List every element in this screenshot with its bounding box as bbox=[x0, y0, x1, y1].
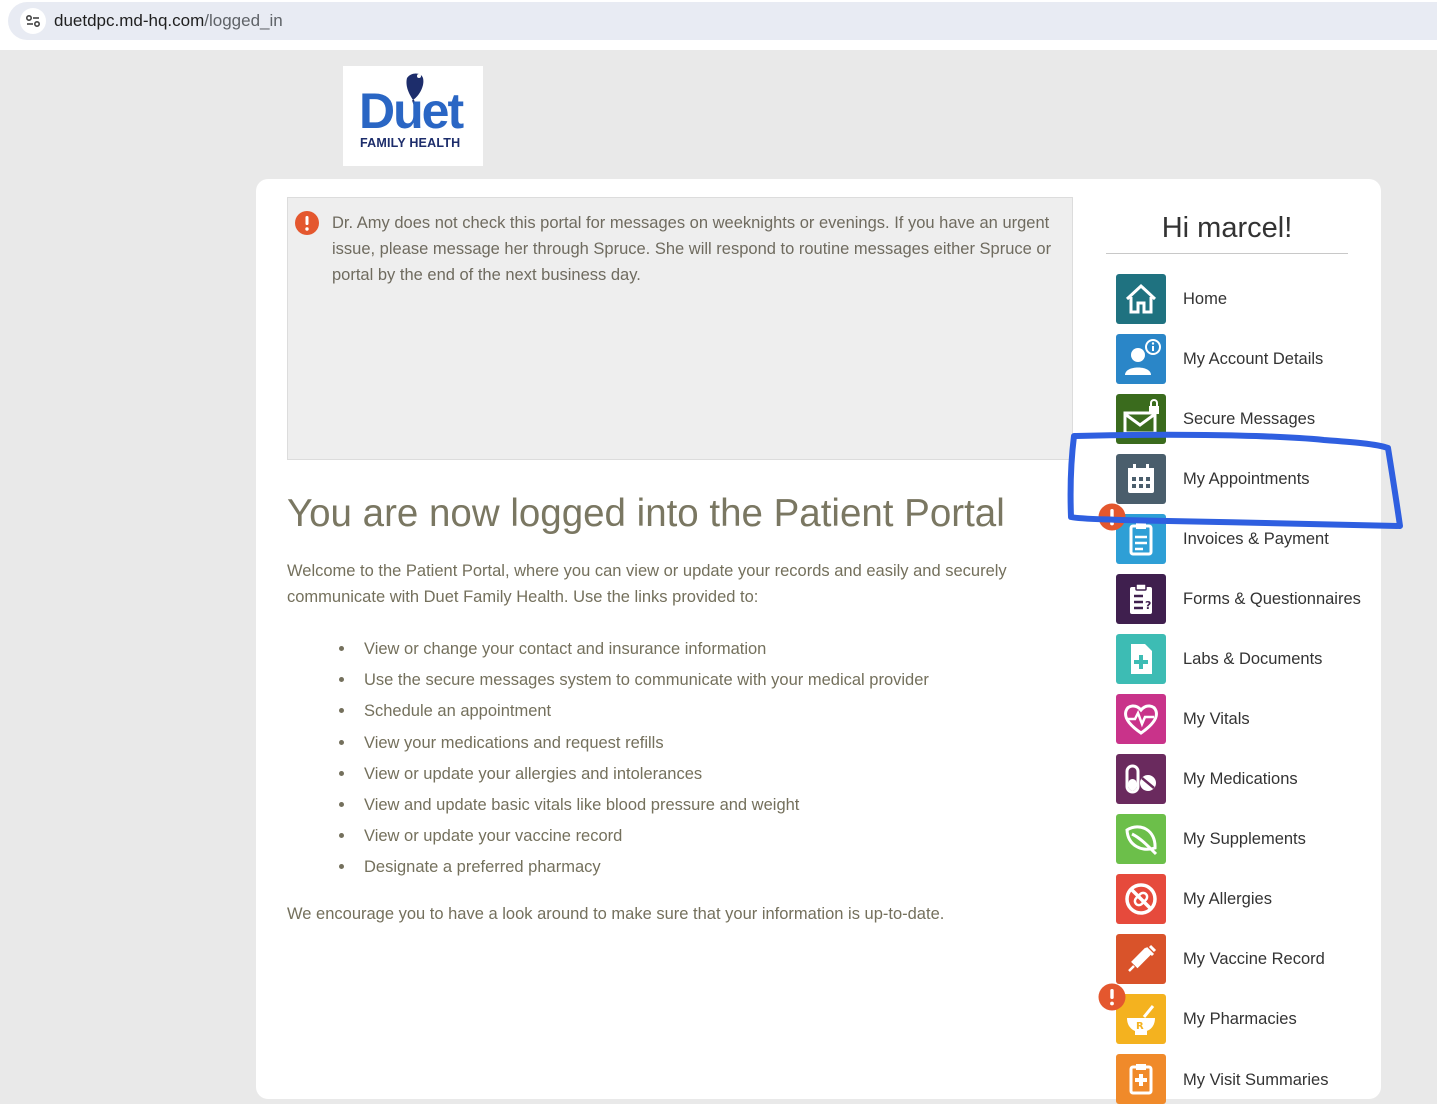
sidebar-item-label: My Visit Summaries bbox=[1183, 1071, 1329, 1089]
annotation-highlight bbox=[1067, 431, 1403, 529]
outro-text: We encourage you to have a look around t… bbox=[287, 905, 945, 923]
sidebar-item-label: Home bbox=[1183, 289, 1228, 308]
sidebar-item-supplements[interactable]: My Supplements bbox=[1116, 814, 1376, 864]
sidebar-item-pharmacies[interactable]: R My Pharmacies bbox=[1116, 994, 1376, 1044]
portal-notice: Dr. Amy does not check this portal for m… bbox=[287, 197, 1073, 460]
sidebar-item-medications[interactable]: My Medications bbox=[1116, 754, 1376, 804]
sidebar-item-forms[interactable]: ? Forms & Questionnaires bbox=[1116, 574, 1376, 624]
sidebar-item-label: My Vitals bbox=[1183, 709, 1250, 728]
sidebar-item-label: My Vaccine Record bbox=[1183, 949, 1325, 968]
sidebar-item-label: Forms & Questionnaires bbox=[1183, 589, 1361, 608]
syringe-icon bbox=[1116, 934, 1166, 984]
sidebar-item-label: Labs & Documents bbox=[1183, 649, 1323, 668]
address-bar[interactable]: duetdpc.md-hq.com/logged_in bbox=[8, 2, 1437, 40]
visit-summary-icon bbox=[1116, 1054, 1166, 1104]
logo-word: Duet bbox=[359, 83, 464, 139]
sidebar-item-label: My Allergies bbox=[1183, 889, 1272, 908]
sidebar-item-label: My Medications bbox=[1183, 769, 1298, 788]
sidebar-item-label: My Supplements bbox=[1183, 829, 1306, 848]
pills-icon bbox=[1116, 754, 1166, 804]
allergy-block-icon bbox=[1116, 874, 1166, 924]
greeting: Hi marcel! bbox=[1161, 212, 1293, 244]
list-item: View or update your allergies and intole… bbox=[339, 761, 929, 792]
account-info-icon bbox=[1116, 334, 1166, 384]
page-title: You are now logged into the Patient Port… bbox=[287, 492, 1005, 535]
url-domain: duetdpc.md-hq.com bbox=[54, 11, 205, 30]
list-item: Use the secure messages system to commun… bbox=[339, 667, 929, 698]
alert-badge-icon bbox=[1098, 983, 1126, 1011]
svg-text:R: R bbox=[1136, 1021, 1144, 1032]
url-path: /logged_in bbox=[204, 11, 283, 30]
list-item: View or update your vaccine record bbox=[339, 823, 929, 854]
leaf-icon bbox=[1116, 814, 1166, 864]
document-plus-icon bbox=[1116, 634, 1166, 684]
sidebar-item-labs[interactable]: Labs & Documents bbox=[1116, 634, 1376, 684]
clinic-logo[interactable]: Duet FAMILY HEALTH bbox=[343, 66, 483, 166]
sidebar-item-vitals[interactable]: My Vitals bbox=[1116, 694, 1376, 744]
notice-text: Dr. Amy does not check this portal for m… bbox=[332, 214, 1052, 284]
list-item: Schedule an appointment bbox=[339, 698, 929, 729]
sidebar-item-label: My Account Details bbox=[1183, 349, 1324, 368]
feature-list: View or change your contact and insuranc… bbox=[339, 636, 929, 886]
sidebar-item-label: My Pharmacies bbox=[1183, 1009, 1297, 1028]
greeting-divider bbox=[1106, 253, 1348, 254]
list-item: View and update basic vitals like blood … bbox=[339, 792, 929, 823]
svg-text:?: ? bbox=[1145, 599, 1151, 612]
heartbeat-icon bbox=[1116, 694, 1166, 744]
sidebar-item-allergies[interactable]: My Allergies bbox=[1116, 874, 1376, 924]
clipboard-question-icon: ? bbox=[1116, 574, 1166, 624]
site-info-icon[interactable] bbox=[20, 8, 46, 34]
list-item: View your medications and request refill… bbox=[339, 730, 929, 761]
logo-tagline: FAMILY HEALTH bbox=[360, 136, 461, 150]
sidebar-item-visit-summaries[interactable]: My Visit Summaries bbox=[1116, 1054, 1376, 1104]
list-item: View or change your contact and insuranc… bbox=[339, 636, 929, 667]
browser-toolbar: duetdpc.md-hq.com/logged_in bbox=[0, 0, 1437, 50]
url-text[interactable]: duetdpc.md-hq.com/logged_in bbox=[54, 11, 283, 31]
sidebar-item-account-details[interactable]: My Account Details bbox=[1116, 334, 1376, 384]
alert-icon bbox=[295, 211, 319, 235]
list-item: Designate a preferred pharmacy bbox=[339, 854, 929, 885]
sidebar-item-home[interactable]: Home bbox=[1116, 274, 1376, 324]
home-icon bbox=[1116, 274, 1166, 324]
sidebar-item-vaccine-record[interactable]: My Vaccine Record bbox=[1116, 934, 1376, 984]
intro-text: Welcome to the Patient Portal, where you… bbox=[287, 562, 1007, 606]
